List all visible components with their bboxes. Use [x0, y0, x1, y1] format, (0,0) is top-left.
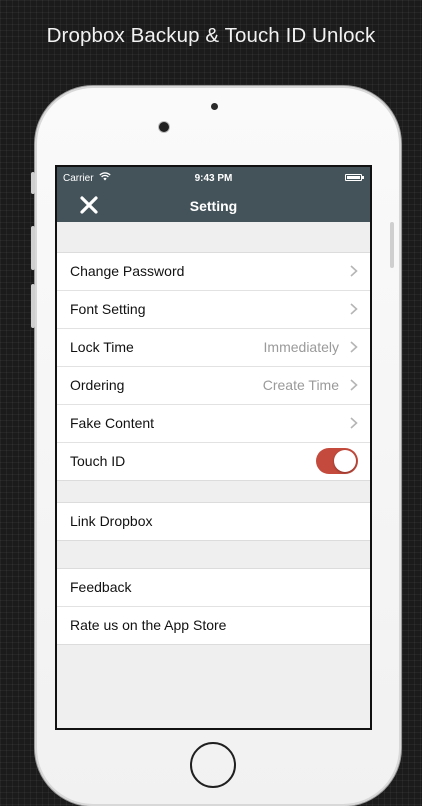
ordering-value: Create Time: [262, 377, 339, 393]
row-label: Fake Content: [70, 415, 155, 431]
volume-up-button: [31, 226, 35, 270]
chevron-right-icon: [350, 379, 358, 391]
fake-content-row[interactable]: Fake Content: [57, 405, 370, 443]
change-password-row[interactable]: Change Password: [57, 253, 370, 291]
clock-label: 9:43 PM: [194, 173, 233, 184]
row-label: Touch ID: [70, 453, 126, 469]
feedback-row[interactable]: Feedback: [57, 569, 370, 607]
app-screen: Carrier 9:43 PM Setting Change Password …: [55, 165, 372, 730]
settings-group-general: Change Password Font Setting Lock Time I…: [57, 252, 370, 481]
touch-id-row: Touch ID: [57, 443, 370, 480]
font-setting-row[interactable]: Font Setting: [57, 291, 370, 329]
row-label: Rate us on the App Store: [70, 617, 227, 633]
status-bar: Carrier 9:43 PM: [57, 167, 370, 189]
row-label: Font Setting: [70, 301, 146, 317]
chevron-right-icon: [350, 303, 358, 315]
rate-app-row[interactable]: Rate us on the App Store: [57, 607, 370, 644]
page-title: Setting: [189, 198, 238, 214]
headline: Dropbox Backup & Touch ID Unlock: [46, 24, 376, 47]
lock-time-row[interactable]: Lock Time Immediately: [57, 329, 370, 367]
volume-down-button: [31, 284, 35, 328]
link-dropbox-row[interactable]: Link Dropbox: [57, 503, 370, 540]
lock-time-value: Immediately: [263, 339, 339, 355]
chevron-right-icon: [350, 341, 358, 353]
row-label: Feedback: [70, 579, 132, 595]
settings-group-support: Feedback Rate us on the App Store: [57, 568, 370, 645]
chevron-right-icon: [350, 417, 358, 429]
settings-group-dropbox: Link Dropbox: [57, 502, 370, 541]
row-label: Lock Time: [70, 339, 134, 355]
speaker-icon: [211, 103, 218, 110]
chevron-right-icon: [350, 265, 358, 277]
battery-icon: [345, 174, 364, 181]
home-button: [190, 742, 236, 788]
touch-id-toggle[interactable]: [316, 448, 358, 474]
row-label: Change Password: [70, 263, 185, 279]
row-label: Ordering: [70, 377, 125, 393]
power-button: [390, 222, 394, 268]
mute-switch: [31, 172, 35, 194]
navigation-bar: Carrier 9:43 PM Setting: [57, 167, 370, 222]
front-camera-icon: [159, 122, 169, 132]
toggle-knob: [334, 450, 356, 472]
row-label: Link Dropbox: [70, 513, 153, 529]
ordering-row[interactable]: Ordering Create Time: [57, 367, 370, 405]
